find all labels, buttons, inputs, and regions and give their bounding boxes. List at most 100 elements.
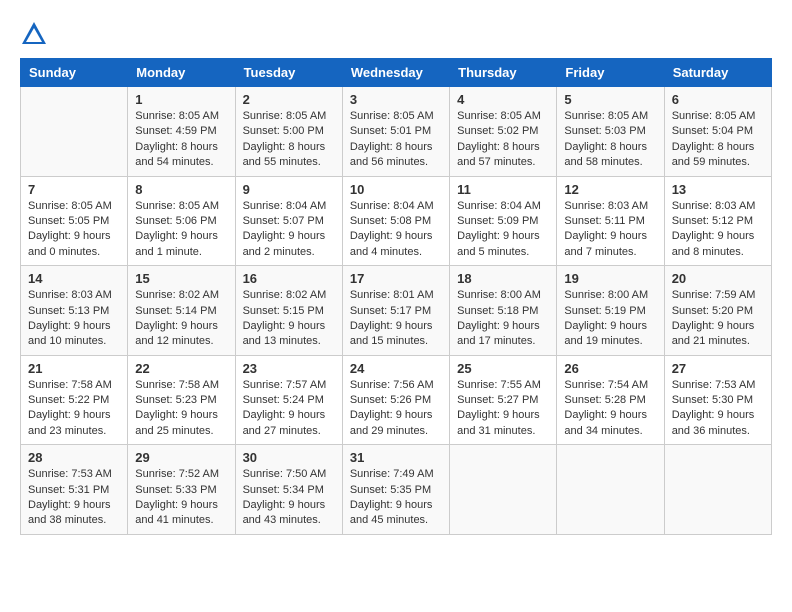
- day-number: 29: [135, 450, 227, 465]
- calendar-cell: 2 Sunrise: 8:05 AM Sunset: 5:00 PM Daylig…: [235, 87, 342, 177]
- calendar-cell: 13 Sunrise: 8:03 AM Sunset: 5:12 PM Dayli…: [664, 176, 771, 266]
- header-cell-thursday: Thursday: [450, 59, 557, 87]
- day-info: Sunrise: 8:05 AM Sunset: 5:05 PM Dayligh…: [28, 199, 120, 261]
- day-number: 7: [28, 182, 120, 197]
- day-number: 31: [350, 450, 442, 465]
- day-number: 1: [135, 92, 227, 107]
- day-info: Sunrise: 8:05 AM Sunset: 5:04 PM Dayligh…: [672, 109, 764, 171]
- header-cell-tuesday: Tuesday: [235, 59, 342, 87]
- header-row: SundayMondayTuesdayWednesdayThursdayFrid…: [21, 59, 772, 87]
- week-row-5: 28 Sunrise: 7:53 AM Sunset: 5:31 PM Dayli…: [21, 445, 772, 535]
- calendar-cell: [450, 445, 557, 535]
- day-info: Sunrise: 8:05 AM Sunset: 5:03 PM Dayligh…: [564, 109, 656, 171]
- day-info: Sunrise: 8:05 AM Sunset: 5:02 PM Dayligh…: [457, 109, 549, 171]
- day-number: 11: [457, 182, 549, 197]
- calendar-cell: 30Sunrise: 7:50 AM Sunset: 5:34 PM Dayli…: [235, 445, 342, 535]
- header-cell-saturday: Saturday: [664, 59, 771, 87]
- calendar-cell: 18 Sunrise: 8:00 AM Sunset: 5:18 PM Dayli…: [450, 266, 557, 356]
- calendar-table: SundayMondayTuesdayWednesdayThursdayFrid…: [20, 58, 772, 535]
- day-number: 23: [243, 361, 335, 376]
- day-info: Sunrise: 8:04 AM Sunset: 5:08 PM Dayligh…: [350, 199, 442, 261]
- calendar-cell: 19Sunrise: 8:00 AM Sunset: 5:19 PM Dayli…: [557, 266, 664, 356]
- header-cell-monday: Monday: [128, 59, 235, 87]
- day-info: Sunrise: 8:00 AM Sunset: 5:18 PM Dayligh…: [457, 288, 549, 350]
- day-info: Sunrise: 8:03 AM Sunset: 5:13 PM Dayligh…: [28, 288, 120, 350]
- day-number: 12: [564, 182, 656, 197]
- logo: [20, 20, 52, 48]
- day-number: 9: [243, 182, 335, 197]
- day-number: 22: [135, 361, 227, 376]
- calendar-cell: 14 Sunrise: 8:03 AM Sunset: 5:13 PM Dayli…: [21, 266, 128, 356]
- day-number: 14: [28, 271, 120, 286]
- day-number: 24: [350, 361, 442, 376]
- calendar-cell: 23 Sunrise: 7:57 AM Sunset: 5:24 PM Dayli…: [235, 355, 342, 445]
- day-info: Sunrise: 8:01 AM Sunset: 5:17 PM Dayligh…: [350, 288, 442, 350]
- day-info: Sunrise: 7:53 AM Sunset: 5:30 PM Dayligh…: [672, 378, 764, 440]
- calendar-cell: 20 Sunrise: 7:59 AM Sunset: 5:20 PM Dayli…: [664, 266, 771, 356]
- day-number: 5: [564, 92, 656, 107]
- day-info: Sunrise: 8:03 AM Sunset: 5:12 PM Dayligh…: [672, 199, 764, 261]
- day-number: 21: [28, 361, 120, 376]
- day-number: 13: [672, 182, 764, 197]
- calendar-cell: 12 Sunrise: 8:03 AM Sunset: 5:11 PM Dayli…: [557, 176, 664, 266]
- day-number: 4: [457, 92, 549, 107]
- day-info: Sunrise: 7:59 AM Sunset: 5:20 PM Dayligh…: [672, 288, 764, 350]
- calendar-cell: 5 Sunrise: 8:05 AM Sunset: 5:03 PM Daylig…: [557, 87, 664, 177]
- calendar-cell: 11 Sunrise: 8:04 AM Sunset: 5:09 PM Dayli…: [450, 176, 557, 266]
- day-number: 2: [243, 92, 335, 107]
- calendar-cell: 4 Sunrise: 8:05 AM Sunset: 5:02 PM Daylig…: [450, 87, 557, 177]
- day-info: Sunrise: 7:49 AM Sunset: 5:35 PM Dayligh…: [350, 467, 442, 529]
- calendar-cell: 16 Sunrise: 8:02 AM Sunset: 5:15 PM Dayli…: [235, 266, 342, 356]
- calendar-cell: 8Sunrise: 8:05 AM Sunset: 5:06 PM Daylig…: [128, 176, 235, 266]
- calendar-cell: 25 Sunrise: 7:55 AM Sunset: 5:27 PM Dayli…: [450, 355, 557, 445]
- day-number: 16: [243, 271, 335, 286]
- day-number: 25: [457, 361, 549, 376]
- calendar-cell: 21 Sunrise: 7:58 AM Sunset: 5:22 PM Dayli…: [21, 355, 128, 445]
- day-info: Sunrise: 8:02 AM Sunset: 5:15 PM Dayligh…: [243, 288, 335, 350]
- calendar-cell: 27 Sunrise: 7:53 AM Sunset: 5:30 PM Dayli…: [664, 355, 771, 445]
- day-info: Sunrise: 8:04 AM Sunset: 5:07 PM Dayligh…: [243, 199, 335, 261]
- day-info: Sunrise: 8:02 AM Sunset: 5:14 PM Dayligh…: [135, 288, 227, 350]
- calendar-cell: 29Sunrise: 7:52 AM Sunset: 5:33 PM Dayli…: [128, 445, 235, 535]
- day-info: Sunrise: 8:00 AM Sunset: 5:19 PM Dayligh…: [564, 288, 656, 350]
- header-cell-wednesday: Wednesday: [342, 59, 449, 87]
- calendar-cell: 6 Sunrise: 8:05 AM Sunset: 5:04 PM Daylig…: [664, 87, 771, 177]
- day-number: 10: [350, 182, 442, 197]
- day-number: 20: [672, 271, 764, 286]
- day-info: Sunrise: 8:03 AM Sunset: 5:11 PM Dayligh…: [564, 199, 656, 261]
- day-info: Sunrise: 7:58 AM Sunset: 5:23 PM Dayligh…: [135, 378, 227, 440]
- day-info: Sunrise: 7:53 AM Sunset: 5:31 PM Dayligh…: [28, 467, 120, 529]
- day-info: Sunrise: 7:58 AM Sunset: 5:22 PM Dayligh…: [28, 378, 120, 440]
- day-number: 6: [672, 92, 764, 107]
- day-number: 15: [135, 271, 227, 286]
- day-number: 27: [672, 361, 764, 376]
- day-info: Sunrise: 8:04 AM Sunset: 5:09 PM Dayligh…: [457, 199, 549, 261]
- header-cell-friday: Friday: [557, 59, 664, 87]
- day-info: Sunrise: 8:05 AM Sunset: 5:00 PM Dayligh…: [243, 109, 335, 171]
- day-number: 17: [350, 271, 442, 286]
- day-info: Sunrise: 8:05 AM Sunset: 5:06 PM Dayligh…: [135, 199, 227, 261]
- page-header: [20, 20, 772, 48]
- calendar-cell: [664, 445, 771, 535]
- calendar-cell: 26Sunrise: 7:54 AM Sunset: 5:28 PM Dayli…: [557, 355, 664, 445]
- day-number: 28: [28, 450, 120, 465]
- calendar-cell: 1 Sunrise: 8:05 AM Sunset: 4:59 PM Daylig…: [128, 87, 235, 177]
- day-number: 30: [243, 450, 335, 465]
- day-info: Sunrise: 7:56 AM Sunset: 5:26 PM Dayligh…: [350, 378, 442, 440]
- day-number: 18: [457, 271, 549, 286]
- calendar-cell: 31 Sunrise: 7:49 AM Sunset: 5:35 PM Dayli…: [342, 445, 449, 535]
- week-row-1: 1 Sunrise: 8:05 AM Sunset: 4:59 PM Daylig…: [21, 87, 772, 177]
- week-row-4: 21 Sunrise: 7:58 AM Sunset: 5:22 PM Dayli…: [21, 355, 772, 445]
- day-number: 26: [564, 361, 656, 376]
- week-row-3: 14 Sunrise: 8:03 AM Sunset: 5:13 PM Dayli…: [21, 266, 772, 356]
- day-info: Sunrise: 8:05 AM Sunset: 4:59 PM Dayligh…: [135, 109, 227, 171]
- day-info: Sunrise: 7:55 AM Sunset: 5:27 PM Dayligh…: [457, 378, 549, 440]
- calendar-cell: 24 Sunrise: 7:56 AM Sunset: 5:26 PM Dayli…: [342, 355, 449, 445]
- calendar-cell: 22 Sunrise: 7:58 AM Sunset: 5:23 PM Dayli…: [128, 355, 235, 445]
- header-cell-sunday: Sunday: [21, 59, 128, 87]
- calendar-cell: 10 Sunrise: 8:04 AM Sunset: 5:08 PM Dayli…: [342, 176, 449, 266]
- calendar-header: SundayMondayTuesdayWednesdayThursdayFrid…: [21, 59, 772, 87]
- day-info: Sunrise: 7:57 AM Sunset: 5:24 PM Dayligh…: [243, 378, 335, 440]
- calendar-cell: 9 Sunrise: 8:04 AM Sunset: 5:07 PM Daylig…: [235, 176, 342, 266]
- calendar-body: 1 Sunrise: 8:05 AM Sunset: 4:59 PM Daylig…: [21, 87, 772, 535]
